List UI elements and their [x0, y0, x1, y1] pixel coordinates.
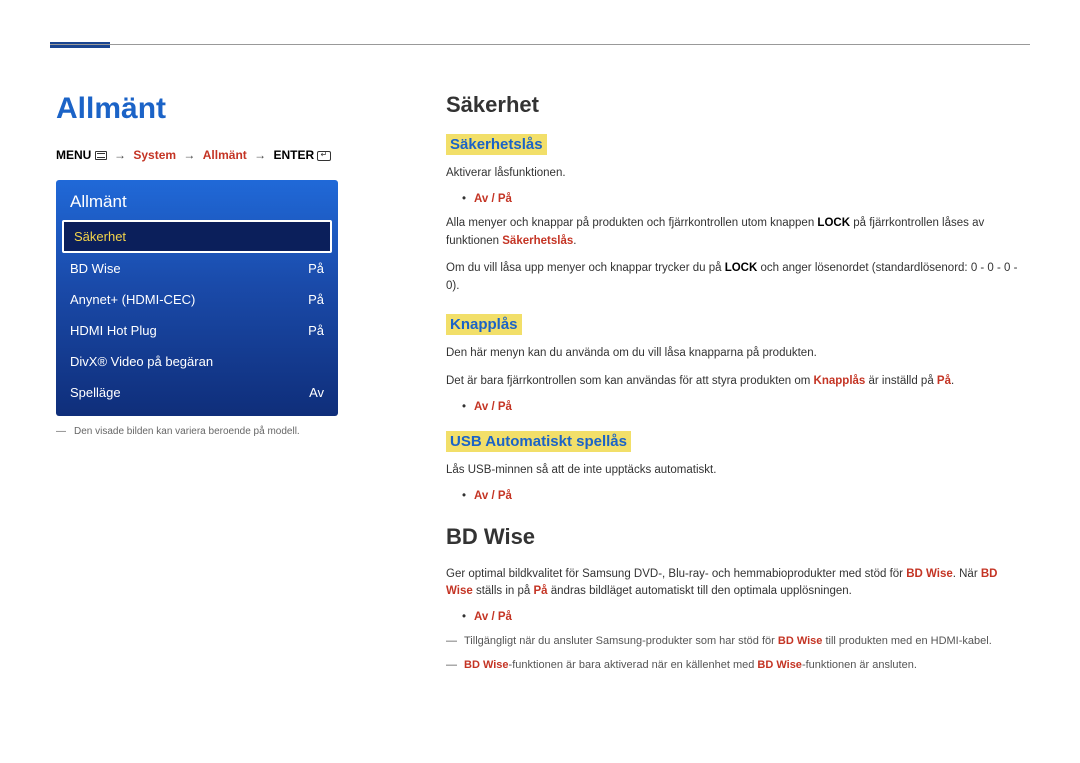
text: till produkten med en HDMI-kabel. — [822, 635, 991, 647]
usb-lock-p1: Lås USB-minnen så att de inte upptäcks a… — [446, 462, 1024, 480]
osd-row-label: Säkerhet — [74, 229, 126, 244]
security-section: Säkerhet Säkerhetslås Aktiverar låsfunkt… — [446, 92, 1024, 502]
button-lock-heading: Knapplås — [446, 314, 522, 335]
osd-row-divx[interactable]: DivX® Video på begäran — [56, 346, 338, 377]
text: Tillgängligt när du ansluter Samsung-pro… — [464, 635, 778, 647]
breadcrumb: MENU → System → Allmänt → ENTER — [56, 148, 386, 162]
option-text: Av / På — [474, 401, 512, 413]
text: ändras bildläget automatiskt till den op… — [548, 585, 852, 597]
osd-header: Allmänt — [56, 180, 338, 220]
right-column: Säkerhet Säkerhetslås Aktiverar låsfunkt… — [446, 92, 1024, 696]
usb-lock-heading: USB Automatiskt spellås — [446, 431, 631, 452]
osd-row-label: Anynet+ (HDMI-CEC) — [70, 292, 195, 307]
osd-row-value: På — [308, 323, 324, 338]
page-accent-bar — [50, 42, 110, 48]
bold-lock: LOCK — [817, 217, 850, 229]
bdwise-note1: Tillgängligt när du ansluter Samsung-pro… — [446, 633, 1024, 651]
button-lock-p2: Det är bara fjärrkontrollen som kan anvä… — [446, 373, 1024, 391]
osd-row-label: HDMI Hot Plug — [70, 323, 157, 338]
usb-lock-options: Av / På — [446, 490, 1024, 502]
text: Det är bara fjärrkontrollen som kan anvä… — [446, 375, 814, 387]
text: ställs in på — [473, 585, 534, 597]
arrow-icon: → — [179, 148, 199, 162]
enter-icon — [317, 151, 331, 161]
security-lock-p2: Om du vill låsa upp menyer och knappar t… — [446, 260, 1024, 296]
red-bdwise: BD Wise — [464, 659, 509, 671]
osd-panel: Allmänt Säkerhet BD Wise På Anynet+ (HDM… — [56, 180, 338, 416]
osd-row-value: På — [308, 292, 324, 307]
text: Alla menyer och knappar på produkten och… — [446, 217, 817, 229]
red-pa: På — [937, 375, 951, 387]
text: . När — [953, 568, 981, 580]
security-title: Säkerhet — [446, 92, 1024, 118]
security-lock-heading: Säkerhetslås — [446, 134, 547, 155]
osd-row-value: På — [308, 261, 324, 276]
red-bdwise: BD Wise — [778, 635, 823, 647]
option-text: Av / På — [474, 193, 512, 205]
bdwise-options: Av / På — [446, 611, 1024, 623]
red-knapplas: Knapplås — [814, 375, 866, 387]
osd-row-label: Spelläge — [70, 385, 121, 400]
arrow-icon: → — [250, 148, 270, 162]
osd-row-bdwise[interactable]: BD Wise På — [56, 253, 338, 284]
text: . — [951, 375, 954, 387]
menu-icon — [95, 151, 107, 160]
osd-row-spellage[interactable]: Spelläge Av — [56, 377, 338, 408]
page-title: Allmänt — [56, 92, 386, 126]
image-caption: Den visade bilden kan variera beroende p… — [56, 426, 338, 437]
security-lock-block: Säkerhetslås Aktiverar låsfunktionen. Av… — [446, 134, 1024, 296]
text: Ger optimal bildkvalitet för Samsung DVD… — [446, 568, 906, 580]
red-bdwise: BD Wise — [906, 568, 953, 580]
breadcrumb-system: System — [133, 148, 176, 162]
text: -funktionen är bara aktiverad när en käl… — [509, 659, 758, 671]
text: . — [573, 235, 576, 247]
osd-row-value: Av — [309, 385, 324, 400]
osd-row-hdmihotplug[interactable]: HDMI Hot Plug På — [56, 315, 338, 346]
bdwise-section: BD Wise Ger optimal bildkvalitet för Sam… — [446, 524, 1024, 675]
text: -funktionen är ansluten. — [802, 659, 917, 671]
text: Om du vill låsa upp menyer och knappar t… — [446, 262, 725, 274]
osd-row-sakerhet[interactable]: Säkerhet — [62, 220, 332, 253]
bdwise-p1: Ger optimal bildkvalitet för Samsung DVD… — [446, 566, 1024, 602]
usb-lock-block: USB Automatiskt spellås Lås USB-minnen s… — [446, 431, 1024, 502]
button-lock-p1: Den här menyn kan du använda om du vill … — [446, 345, 1024, 363]
security-lock-p1: Alla menyer och knappar på produkten och… — [446, 215, 1024, 251]
breadcrumb-menu-label: MENU — [56, 148, 91, 162]
button-lock-options: Av / På — [446, 401, 1024, 413]
bdwise-note2: BD Wise-funktionen är bara aktiverad när… — [446, 657, 1024, 675]
page-top-rule — [50, 44, 1030, 45]
red-bdwise: BD Wise — [757, 659, 802, 671]
bdwise-title: BD Wise — [446, 524, 1024, 550]
red-pa: På — [533, 585, 547, 597]
option-text: Av / På — [474, 490, 512, 502]
option-text: Av / På — [474, 611, 512, 623]
breadcrumb-allmant: Allmänt — [203, 148, 247, 162]
osd-row-label: DivX® Video på begäran — [70, 354, 213, 369]
text: är inställd på — [865, 375, 937, 387]
security-lock-intro: Aktiverar låsfunktionen. — [446, 165, 1024, 183]
osd-row-anynet[interactable]: Anynet+ (HDMI-CEC) På — [56, 284, 338, 315]
breadcrumb-enter-label: ENTER — [273, 148, 314, 162]
arrow-icon: → — [110, 148, 130, 162]
bold-lock: LOCK — [725, 262, 758, 274]
red-sakerhetslas: Säkerhetslås — [502, 235, 573, 247]
osd-row-label: BD Wise — [70, 261, 121, 276]
left-column: Allmänt MENU → System → Allmänt → ENTER … — [56, 92, 386, 696]
security-lock-options: Av / På — [446, 193, 1024, 205]
button-lock-block: Knapplås Den här menyn kan du använda om… — [446, 314, 1024, 413]
